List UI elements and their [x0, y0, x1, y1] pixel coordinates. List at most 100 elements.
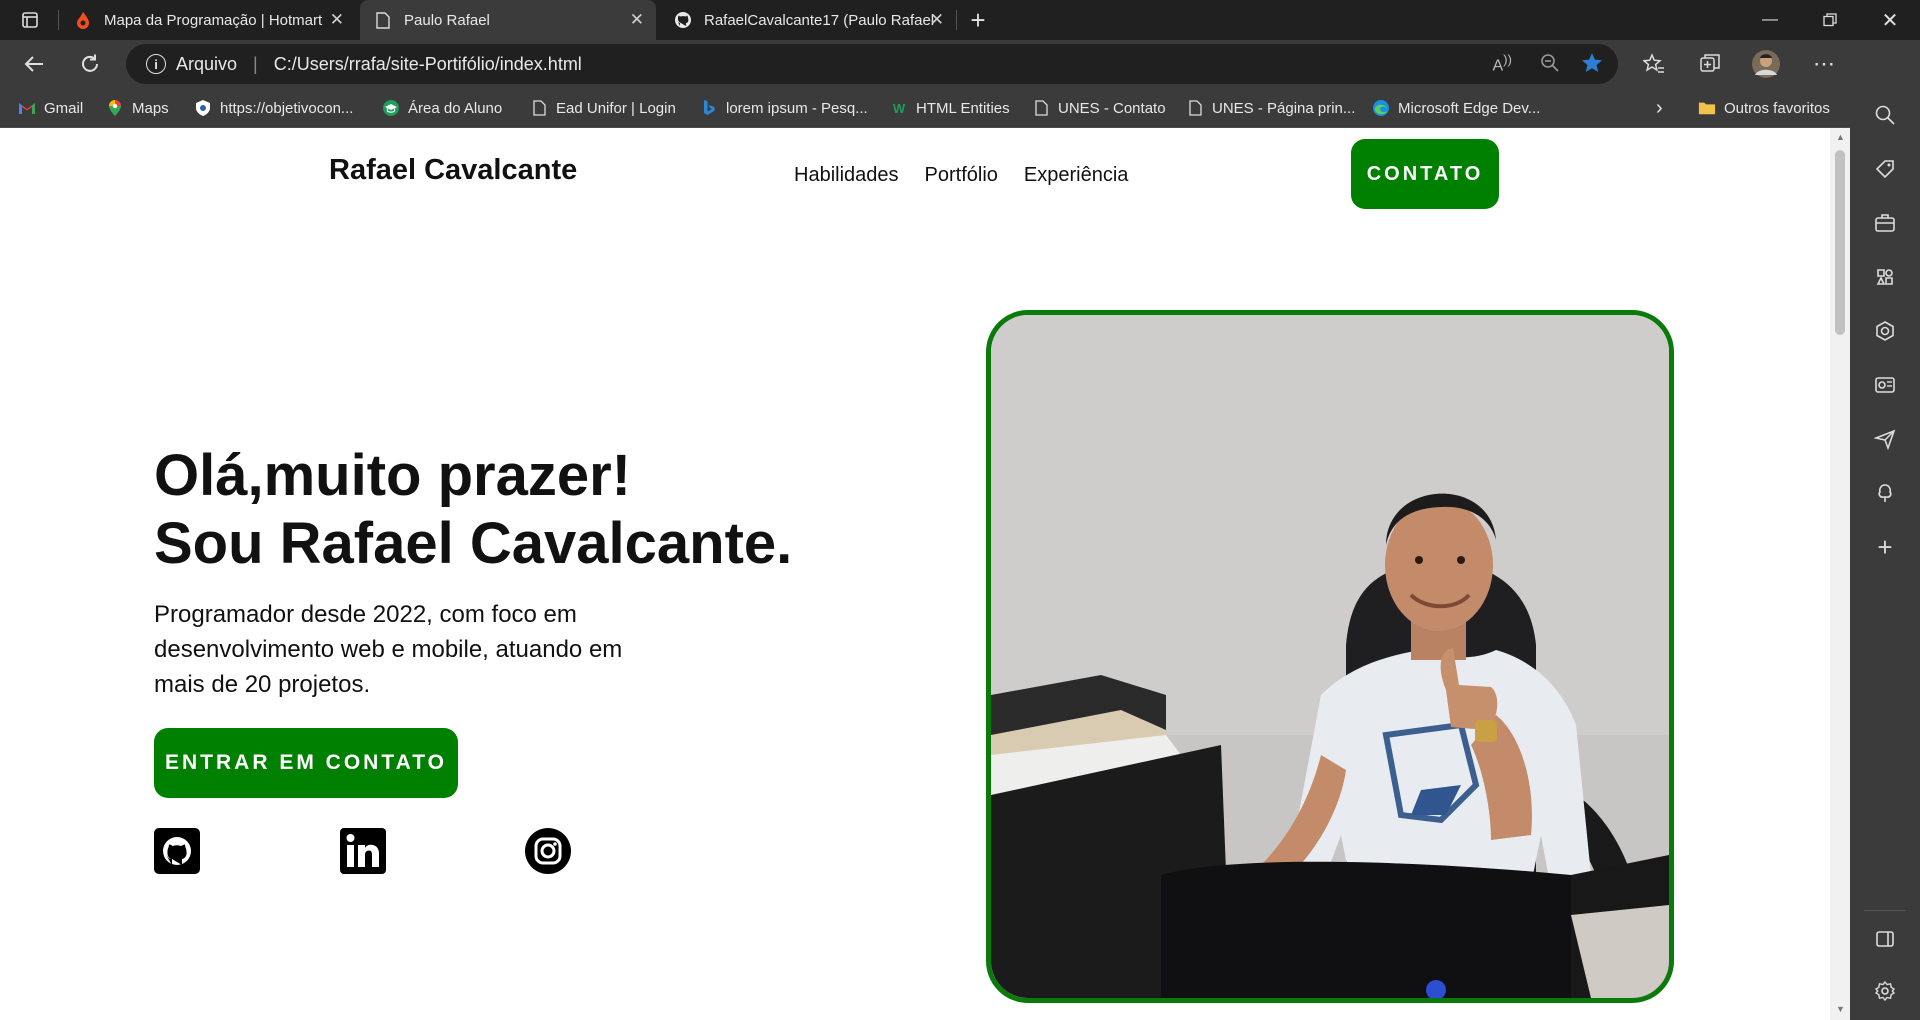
- close-window-icon[interactable]: ✕: [1860, 0, 1920, 40]
- bookmark-unifor[interactable]: Ead Unifor | Login: [530, 96, 676, 120]
- portfolio-page: Rafael Cavalcante Habilidades Portfólio …: [0, 128, 1830, 1020]
- edge-sidebar: +: [1850, 40, 1920, 1020]
- tab-actions-icon[interactable]: [14, 4, 46, 36]
- scroll-down-icon[interactable]: ▼: [1836, 1004, 1845, 1014]
- github-icon: [674, 11, 692, 29]
- bookmarks-bar: Gmail Maps https://objetivocon... Área d…: [0, 88, 1920, 128]
- address-divider: |: [253, 53, 258, 74]
- hero-greeting: Olá,muito prazer!: [154, 443, 631, 508]
- address-scheme-label: Arquivo: [176, 53, 238, 74]
- more-icon[interactable]: ⋯: [1808, 48, 1840, 80]
- page-scrollbar[interactable]: ▲ ▼: [1830, 128, 1850, 1020]
- tab-separator: [58, 10, 59, 30]
- back-icon[interactable]: [18, 48, 50, 80]
- nav-link-experiencia[interactable]: Experiência: [1024, 164, 1129, 187]
- bookmark-label: UNES - Página prin...: [1212, 99, 1356, 117]
- split-screen-icon[interactable]: [1872, 926, 1898, 952]
- address-url[interactable]: C:/Users/rrafa/site-Portifólio/index.htm…: [274, 54, 582, 75]
- page-icon: [374, 11, 392, 29]
- office-icon[interactable]: [1872, 318, 1898, 344]
- site-logo[interactable]: Rafael Cavalcante: [329, 154, 577, 187]
- read-aloud-icon[interactable]: A)): [1492, 52, 1512, 75]
- bookmark-label: Área do Aluno: [408, 99, 503, 117]
- contact-button[interactable]: CONTATO: [1351, 139, 1499, 209]
- hero-name: Sou Rafael Cavalcante.: [154, 511, 793, 576]
- send-icon[interactable]: [1872, 426, 1898, 452]
- tab-paulo-rafael[interactable]: Paulo Rafael ✕: [360, 0, 656, 40]
- maps-icon: [106, 99, 124, 117]
- hero-title: Olá,muito prazer! Sou Rafael Cavalcante.: [154, 442, 792, 578]
- add-icon[interactable]: +: [1872, 532, 1898, 562]
- favorites-icon[interactable]: [1638, 48, 1670, 80]
- bookmark-label: Microsoft Edge Dev...: [1398, 99, 1541, 117]
- search-icon[interactable]: [1872, 102, 1898, 128]
- edge-icon: [1372, 99, 1390, 117]
- scroll-thumb[interactable]: [1835, 150, 1845, 335]
- github-icon[interactable]: [154, 828, 200, 874]
- graduation-icon: [382, 99, 400, 117]
- bookmark-unes-contato[interactable]: UNES - Contato: [1032, 96, 1166, 120]
- profile-avatar[interactable]: [1750, 48, 1782, 80]
- profile-photo-illustration: [991, 315, 1669, 998]
- restore-icon[interactable]: [1800, 0, 1860, 40]
- shield-icon: [194, 99, 212, 117]
- bookmark-edge-dev[interactable]: Microsoft Edge Dev...: [1372, 96, 1540, 120]
- tab-github[interactable]: RafaelCavalcante17 (Paulo Rafael ✕: [660, 0, 956, 40]
- settings-icon[interactable]: [1872, 978, 1898, 1004]
- bookmark-label: Ead Unifor | Login: [556, 99, 676, 117]
- navigation-toolbar: i Arquivo | C:/Users/rrafa/site-Portifól…: [0, 40, 1920, 88]
- close-icon[interactable]: ✕: [330, 10, 344, 30]
- nav-link-habilidades[interactable]: Habilidades: [794, 164, 899, 187]
- tag-icon[interactable]: [1872, 156, 1898, 182]
- briefcase-icon[interactable]: [1872, 210, 1898, 236]
- other-favorites[interactable]: Outros favoritos: [1698, 96, 1830, 120]
- bookmark-unes-pagina[interactable]: UNES - Página prin...: [1186, 96, 1355, 120]
- bookmark-maps[interactable]: Maps: [106, 96, 169, 120]
- info-icon[interactable]: i: [146, 54, 166, 74]
- folder-icon: [1698, 99, 1716, 117]
- minimize-icon[interactable]: —: [1740, 0, 1800, 40]
- bookmark-label: lorem ipsum - Pesq...: [726, 99, 868, 117]
- games-icon[interactable]: [1872, 264, 1898, 290]
- tab-title: Paulo Rafael: [404, 11, 490, 29]
- scroll-up-icon[interactable]: ▲: [1836, 132, 1845, 142]
- hotmart-icon: [74, 11, 92, 29]
- site-nav: Habilidades Portfólio Experiência: [794, 164, 1128, 187]
- other-favorites-label: Outros favoritos: [1724, 99, 1830, 117]
- tree-icon[interactable]: [1872, 480, 1898, 506]
- profile-photo: [986, 310, 1674, 1003]
- bookmark-label: UNES - Contato: [1058, 99, 1166, 117]
- gmail-icon: [18, 99, 36, 117]
- bookmark-label: Maps: [132, 99, 169, 117]
- zoom-icon[interactable]: [1540, 53, 1560, 78]
- close-icon[interactable]: ✕: [630, 10, 644, 30]
- refresh-icon[interactable]: [74, 48, 106, 80]
- bookmark-label: Gmail: [44, 99, 84, 117]
- tab-title: RafaelCavalcante17 (Paulo Rafael: [704, 11, 934, 29]
- nav-link-portfolio[interactable]: Portfólio: [925, 164, 998, 187]
- new-tab-icon[interactable]: +: [962, 4, 994, 36]
- page-icon: [1186, 99, 1204, 117]
- linkedin-icon[interactable]: [340, 828, 386, 874]
- tab-separator: [956, 10, 957, 30]
- bookmark-label: HTML Entities: [916, 99, 1010, 117]
- bookmark-lorem[interactable]: lorem ipsum - Pesq...: [700, 96, 868, 120]
- collections-icon[interactable]: [1694, 48, 1726, 80]
- tab-hotmart[interactable]: Mapa da Programação | Hotmart ✕: [60, 0, 356, 40]
- tab-bar: Mapa da Programação | Hotmart ✕ Paulo Ra…: [0, 0, 1920, 40]
- bookmark-gmail[interactable]: Gmail: [18, 96, 83, 120]
- page-icon: [530, 99, 548, 117]
- page-icon: [1032, 99, 1050, 117]
- outlook-icon[interactable]: [1872, 372, 1898, 398]
- close-icon[interactable]: ✕: [930, 10, 944, 30]
- cta-contact-button[interactable]: ENTRAR EM CONTATO: [154, 728, 458, 798]
- sidebar-divider: [1864, 910, 1906, 911]
- address-bar[interactable]: i Arquivo | C:/Users/rrafa/site-Portifól…: [126, 44, 1618, 84]
- instagram-icon[interactable]: [525, 828, 571, 874]
- w-icon: W: [892, 100, 906, 116]
- favorite-star-icon[interactable]: [1580, 51, 1604, 80]
- bookmark-html-entities[interactable]: W HTML Entities: [890, 96, 1010, 120]
- bookmark-objetivo[interactable]: https://objetivocon...: [194, 96, 353, 120]
- bookmark-area-aluno[interactable]: Área do Aluno: [382, 96, 502, 120]
- bookmarks-overflow-icon[interactable]: ›: [1656, 96, 1663, 120]
